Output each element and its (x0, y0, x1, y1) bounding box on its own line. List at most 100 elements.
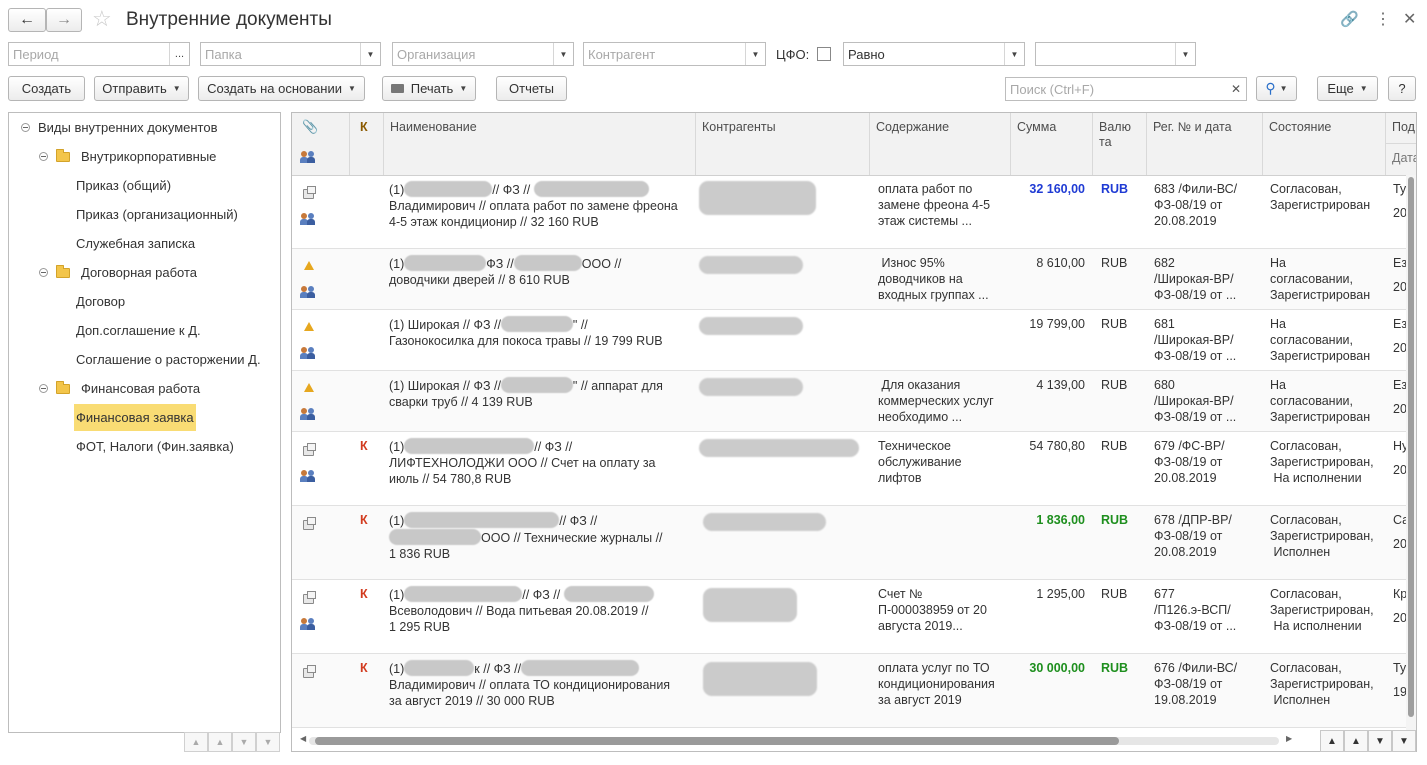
search-button[interactable]: ⚲ ▼ (1256, 76, 1297, 101)
document-types-tree[interactable]: Виды внутренних документов Внутрикорпора… (8, 112, 281, 733)
header-k[interactable]: К (350, 113, 384, 175)
cell-currency: RUB (1101, 317, 1128, 331)
tree-root[interactable]: Виды внутренних документов (38, 120, 218, 135)
create-button[interactable]: Создать (8, 76, 85, 101)
users-icon (300, 151, 316, 163)
cell-name: (1)// ФЗ // ООО // Технические журналы /… (389, 512, 663, 561)
cell-currency: RUB (1101, 513, 1129, 527)
organization-field[interactable]: Организация ▼ (392, 42, 574, 66)
horizontal-scrollbar[interactable] (309, 737, 1279, 745)
tree-group-finance[interactable]: Финансовая работа (81, 381, 200, 396)
tree-item-financial-request[interactable]: Финансовая заявка (74, 404, 196, 431)
period-placeholder: Период (13, 46, 59, 62)
scroll-left-icon[interactable]: ◀ (300, 734, 306, 743)
documents-table[interactable]: 📎 К Наименование Контрагенты Содержание … (291, 112, 1417, 752)
cell-reg: 677/П126.э-ВСП/ФЗ-08/19 от ... (1154, 587, 1237, 633)
grid-first-button[interactable]: ▲ (1320, 730, 1344, 752)
tree-down-button[interactable]: ▼ (232, 732, 256, 752)
header-name[interactable]: Наименование (384, 113, 696, 175)
period-select-button[interactable]: ... (169, 43, 189, 65)
tree-up-button[interactable]: ▲ (208, 732, 232, 752)
folder-icon (56, 265, 70, 278)
send-button[interactable]: Отправить ▼ (94, 76, 189, 101)
counterparty-redacted (699, 181, 816, 215)
arrow-right-icon: → (56, 11, 72, 28)
tree-item-order-org[interactable]: Приказ (организационный) (76, 207, 238, 222)
grid-down-button[interactable]: ▼ (1368, 730, 1392, 752)
help-button[interactable]: ? (1388, 76, 1416, 101)
tree-item-order-general[interactable]: Приказ (общий) (76, 178, 171, 193)
favorite-star-icon[interactable]: ☆ (92, 6, 112, 32)
table-row[interactable]: (1) // ФЗ // Владимирович // оплата работ… (292, 175, 1416, 249)
scroll-right-icon[interactable]: ▶ (1286, 734, 1292, 743)
tree-last-button[interactable]: ▼ (256, 732, 280, 752)
header-reg[interactable]: Рег. № и дата (1147, 113, 1263, 175)
table-row[interactable]: К (1)// ФЗ // ООО // Технические журналы… (292, 506, 1416, 580)
cell-name: (1)// ФЗ // ЛИФТЕХНОЛОДЖИ ООО // Счет на… (389, 438, 656, 486)
cell-state: На согласовании, Зарегистрирован (1270, 317, 1371, 363)
collapse-group-icon[interactable] (39, 268, 48, 277)
cell-reg: 678 /ДПР-ВР/ФЗ-08/19 от 20.08.2019 (1154, 513, 1232, 559)
horizontal-scroll-thumb[interactable] (315, 737, 1119, 745)
tree-item-addendum[interactable]: Доп.соглашение к Д. (76, 323, 201, 338)
reports-button[interactable]: Отчеты (496, 76, 567, 101)
counterparty-field[interactable]: Контрагент ▼ (583, 42, 766, 66)
more-vert-icon[interactable]: ⋮ (1375, 9, 1391, 29)
table-row[interactable]: (1) Широкая // ФЗ //" // Газонокосилка д… (292, 310, 1416, 371)
counterparty-redacted (703, 662, 817, 696)
folder-field[interactable]: Папка ▼ (200, 42, 381, 66)
counterparty-redacted (699, 256, 803, 274)
search-input[interactable]: Поиск (Ctrl+F) ✕ (1005, 77, 1247, 101)
tree-first-button[interactable]: ▲ (184, 732, 208, 752)
table-row[interactable]: (1) ФЗ //ООО // доводчики дверей // 8 610… (292, 249, 1416, 310)
tree-item-termination[interactable]: Соглашение о расторжении Д. (76, 352, 261, 367)
clear-search-icon[interactable]: ✕ (1226, 82, 1246, 96)
counterparty-dropdown-icon[interactable]: ▼ (745, 43, 765, 65)
header-attachments[interactable]: 📎 (292, 113, 350, 175)
header-state[interactable]: Состояние (1263, 113, 1386, 175)
table-row[interactable]: К (1)// ФЗ // ЛИФТЕХНОЛОДЖИ ООО // Счет … (292, 432, 1416, 506)
period-field[interactable]: Период ... (8, 42, 190, 66)
print-button[interactable]: Печать ▼ (382, 76, 476, 101)
table-row[interactable]: К (1) к // ФЗ // Владимирович // оплата Т… (292, 654, 1416, 728)
content-line: оплата работ по (878, 182, 973, 196)
more-button[interactable]: Еще ▼ (1317, 76, 1378, 101)
close-icon[interactable]: ✕ (1403, 9, 1416, 29)
collapse-group-icon[interactable] (39, 152, 48, 161)
header-last[interactable]: Под Дата (1386, 113, 1416, 175)
organization-dropdown-icon[interactable]: ▼ (553, 43, 573, 65)
cell-k: К (360, 513, 368, 527)
link-icon[interactable]: 🔗 (1340, 10, 1359, 28)
cell-name: (1) Широкая // ФЗ //" // аппарат для сва… (389, 377, 663, 409)
table-row[interactable]: К (1)// ФЗ // Всеволодович // Вода питье… (292, 580, 1416, 654)
collapse-group-icon[interactable] (39, 384, 48, 393)
create-based-button[interactable]: Создать на основании ▼ (198, 76, 365, 101)
tree-group-contracts[interactable]: Договорная работа (81, 265, 197, 280)
counterparty-redacted (699, 439, 859, 457)
document-icon (303, 517, 316, 530)
tree-item-payroll-taxes[interactable]: ФОТ, Налоги (Фин.заявка) (76, 439, 234, 454)
cfo-value-dropdown-icon[interactable]: ▼ (1175, 43, 1195, 65)
header-content[interactable]: Содержание (870, 113, 1011, 175)
table-row[interactable]: (1) Широкая // ФЗ //" // аппарат для сва… (292, 371, 1416, 432)
compare-dropdown-icon[interactable]: ▼ (1004, 43, 1024, 65)
grid-up-button[interactable]: ▲ (1344, 730, 1368, 752)
header-counterparties[interactable]: Контрагенты (696, 113, 870, 175)
tree-group-internal[interactable]: Внутрикорпоративные (81, 149, 216, 164)
cell-sum: 19 799,00 (1029, 317, 1085, 331)
tree-item-memo[interactable]: Служебная записка (76, 236, 195, 251)
cfo-checkbox[interactable] (817, 47, 831, 61)
collapse-root-icon[interactable] (21, 123, 30, 132)
search-icon: ⚲ (1265, 80, 1276, 96)
grid-last-button[interactable]: ▼ (1392, 730, 1416, 752)
vertical-scrollbar[interactable] (1406, 175, 1416, 735)
header-currency[interactable]: Валю та (1093, 113, 1147, 175)
vertical-scroll-thumb[interactable] (1408, 177, 1414, 717)
back-button[interactable]: ← (8, 8, 46, 32)
folder-dropdown-icon[interactable]: ▼ (360, 43, 380, 65)
forward-button[interactable]: → (46, 8, 82, 32)
cfo-value-field[interactable]: ▼ (1035, 42, 1196, 66)
compare-select[interactable]: Равно ▼ (843, 42, 1025, 66)
header-sum[interactable]: Сумма (1011, 113, 1093, 175)
tree-item-contract[interactable]: Договор (76, 294, 125, 309)
